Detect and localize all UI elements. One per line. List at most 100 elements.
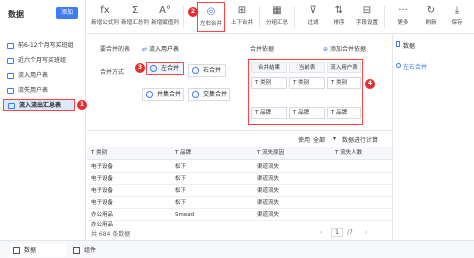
group-summary-button[interactable]: ▦ 分组汇总 bbox=[263, 2, 291, 32]
table-cell: 松下 bbox=[175, 188, 187, 194]
table-cell: 渠道流失 bbox=[257, 212, 280, 218]
top-bottom-merge-button[interactable]: ⊞ 上下合并 bbox=[228, 2, 256, 32]
tab-data[interactable]: 数据 bbox=[10, 244, 66, 257]
sidebar-item[interactable]: 近六个月写买班组 bbox=[3, 55, 83, 67]
button-label: 字段设置 bbox=[355, 20, 378, 26]
union-merge-icon bbox=[146, 91, 153, 98]
right-merge-option[interactable]: 右合并 bbox=[188, 64, 226, 77]
left-right-merge-button[interactable]: ◎ 左右合并 bbox=[197, 2, 225, 32]
merge-basis-grid: 合并结果 当前表 流入用户表 T 类别 T 类别 T 类别 T 品牌 T 品牌 … bbox=[248, 59, 363, 125]
left-merge-icon bbox=[150, 65, 157, 72]
add-data-button[interactable]: 添加 bbox=[56, 7, 78, 19]
table-icon bbox=[7, 58, 14, 64]
sidebar-item[interactable]: 流入用户表 bbox=[3, 70, 83, 82]
intersect-merge-option[interactable]: 交集合并 bbox=[188, 88, 230, 101]
table-cell bbox=[331, 161, 335, 173]
sidebar-item[interactable]: 前6-12个月写买班组 bbox=[3, 40, 83, 52]
grid-cell-select[interactable]: T 类别 bbox=[251, 77, 287, 89]
column-header[interactable]: T 流失原因 bbox=[253, 147, 325, 160]
table-row: 电子设备 松下 渠道流失 bbox=[87, 173, 392, 185]
tab-label: 数据 bbox=[24, 247, 37, 254]
next-page-icon[interactable]: › bbox=[365, 229, 367, 236]
column-label: 流失人数 bbox=[340, 150, 363, 156]
button-label: 上下合并 bbox=[230, 20, 253, 26]
prev-page-icon[interactable]: ‹ bbox=[320, 229, 322, 236]
database-icon bbox=[13, 247, 20, 254]
use-label: 使用 bbox=[298, 137, 311, 144]
steps-panel: 数据 左右合并 bbox=[392, 34, 474, 240]
grid-cell-select[interactable]: T 类别 bbox=[289, 77, 325, 89]
row-count: 共 684 条数据 bbox=[91, 229, 130, 238]
bottom-tab-bar: 数据 组件 bbox=[0, 240, 474, 258]
intersect-merge-icon bbox=[192, 91, 199, 98]
filter-icon: ⊽ bbox=[309, 5, 317, 16]
table-icon bbox=[7, 73, 14, 79]
button-label: 添加合并依据 bbox=[329, 46, 366, 53]
toolbar: fx 新增公式列 Σ 新增汇总列 A° 新增赋值列 ◎ 左右合并 2 ⊞ 上下合并 ▦ 分组… bbox=[87, 0, 474, 34]
column-header[interactable]: T 类别 bbox=[87, 147, 165, 160]
grid-header: 流入用户表 bbox=[327, 62, 361, 73]
sort-button[interactable]: ⇅ 排序 bbox=[325, 2, 353, 32]
page-input[interactable]: 1 bbox=[331, 228, 343, 237]
grid-cell-select[interactable]: T 品牌 bbox=[289, 107, 325, 119]
button-label: 左右合并 bbox=[199, 21, 222, 27]
option-label: 右合并 bbox=[203, 67, 222, 74]
button-label: 过滤 bbox=[307, 20, 319, 26]
column-header[interactable]: T 流失人数 bbox=[331, 147, 391, 160]
sidebar-title: 数据 bbox=[8, 10, 24, 19]
sort-icon: ⇅ bbox=[334, 5, 344, 16]
save-button[interactable]: ⤓ 保存 bbox=[443, 2, 471, 32]
grid-header: 当前表 bbox=[289, 62, 325, 73]
chevron-down-icon: ▾ bbox=[333, 135, 337, 142]
sidebar-item-label: 近六个月写买班组 bbox=[18, 57, 67, 64]
filter-button[interactable]: ⊽ 过滤 bbox=[299, 2, 327, 32]
refresh-button[interactable]: ↻ 刷新 bbox=[417, 2, 445, 32]
page-total: /7 bbox=[347, 229, 353, 236]
table-cell: 渠道流失 bbox=[257, 176, 280, 182]
sidebar-item-label: 流失用户表 bbox=[18, 87, 49, 94]
settings-icon: ⊟ bbox=[362, 5, 372, 16]
column-label: 流失原因 bbox=[262, 150, 285, 156]
refresh-icon: ↻ bbox=[426, 5, 436, 16]
save-icon: ⤓ bbox=[454, 5, 460, 16]
table-cell: 渠道流失 bbox=[257, 188, 280, 194]
grid-cell-select[interactable]: T 类别 bbox=[327, 77, 361, 89]
table-cell: 办公用品 bbox=[91, 212, 114, 218]
button-label: 刷新 bbox=[425, 20, 437, 26]
merge-basis-label: 合并依据 bbox=[250, 46, 275, 53]
sidebar-item-label: 前6-12个月写买班组 bbox=[18, 42, 74, 49]
add-icon: ⊕ bbox=[323, 46, 330, 53]
grid-cell-select[interactable]: T 品牌 bbox=[251, 107, 287, 119]
table-cell bbox=[331, 185, 335, 197]
union-merge-option[interactable]: 并集合并 bbox=[142, 88, 184, 101]
add-merge-basis-button[interactable]: ⊕ 添加合并依据 bbox=[323, 44, 366, 53]
row-count-text: 共 684 条数据 bbox=[91, 231, 131, 238]
table-row: 办公用品 Smead 渠道流失 bbox=[87, 209, 392, 221]
toolbar-divider bbox=[259, 6, 260, 28]
more-button[interactable]: ··· 更多 bbox=[389, 2, 417, 32]
data-preview: 使用 全部 ▾ 数据进行计算 T 类别 T 品牌 T 流失原因 T 流失人数 电… bbox=[87, 130, 392, 240]
merge-step-item[interactable]: 左右合并 bbox=[403, 62, 427, 71]
add-assign-column-button[interactable]: A° 新增赋值列 bbox=[151, 2, 179, 32]
use-scope-select[interactable]: 全部 bbox=[313, 135, 325, 144]
sidebar-item[interactable]: 流失用户表 bbox=[3, 85, 83, 97]
sidebar-item-active[interactable]: 流入流出汇总表 bbox=[3, 99, 75, 111]
table-cell: 松下 bbox=[175, 164, 187, 170]
left-merge-option[interactable]: 左合并 bbox=[146, 62, 184, 75]
table-header: T 类别 T 品牌 T 流失原因 T 流失人数 bbox=[87, 147, 392, 160]
table-to-merge-select[interactable]: ⇄ 流入用户表 bbox=[142, 44, 179, 53]
table-cell bbox=[331, 209, 335, 221]
add-formula-column-button[interactable]: fx 新增公式列 bbox=[91, 2, 119, 32]
table-cell: 电子设备 bbox=[91, 200, 114, 206]
tab-component[interactable]: 组件 bbox=[70, 244, 120, 257]
field-settings-button[interactable]: ⊟ 字段设置 bbox=[353, 2, 381, 32]
steps-panel-title: 数据 bbox=[403, 43, 416, 50]
add-summary-column-button[interactable]: Σ 新增汇总列 bbox=[121, 2, 149, 32]
grid-cell-select[interactable]: T 品牌 bbox=[327, 107, 361, 119]
column-header[interactable]: T 品牌 bbox=[171, 147, 247, 160]
table-to-merge-label: 要合并的表 bbox=[100, 46, 131, 53]
group-icon: ▦ bbox=[272, 5, 282, 16]
table-cell: 松下 bbox=[175, 176, 187, 182]
table-cell: 渠道流失 bbox=[257, 164, 280, 170]
option-label: 左合并 bbox=[161, 65, 180, 72]
